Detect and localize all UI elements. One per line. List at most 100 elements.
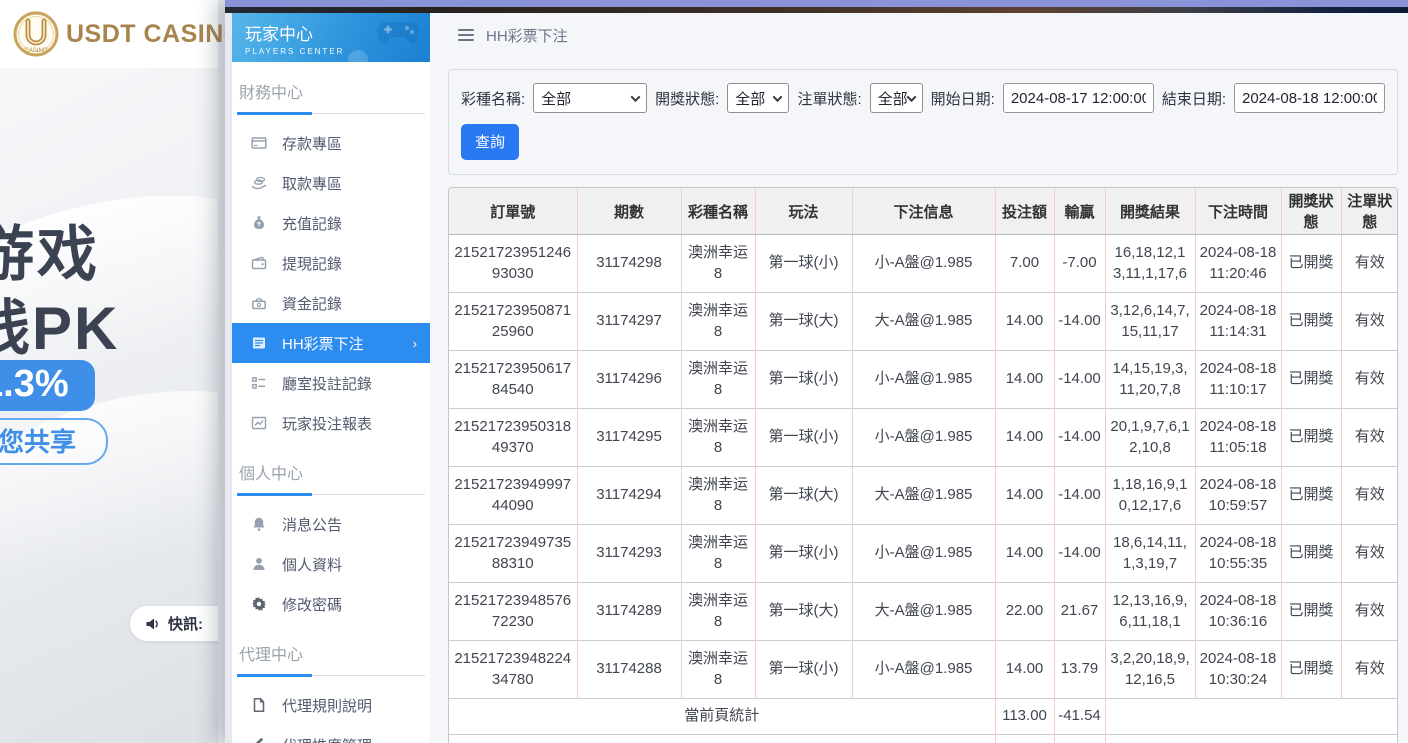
promo-banner: 游戏 线PK 1.3% 邀您共享 快訊: xyxy=(0,68,218,743)
cell-win-loss: -14.00 xyxy=(1054,351,1105,409)
cell-bet-amount: 7.00 xyxy=(995,235,1054,293)
ticker-label: 快訊: xyxy=(168,613,203,634)
cell-period: 31174289 xyxy=(577,583,681,641)
cell-order-no: 2152172394857672230 xyxy=(449,583,577,641)
cell-draw-result: 14,15,19,3,11,20,7,8 xyxy=(1105,351,1195,409)
column-header-win-loss: 輸贏 xyxy=(1054,188,1105,235)
section-label: 財務中心 xyxy=(237,79,425,103)
summary-empty-cell xyxy=(1105,699,1398,735)
site-logo[interactable]: CASINO USDT CASINO xyxy=(0,0,218,68)
sidebar-item-HH彩票下注[interactable]: HH彩票下注 › xyxy=(232,323,430,363)
cell-draw-status: 已開獎 xyxy=(1281,235,1341,293)
sidebar-item-取款專區[interactable]: 取款專區 xyxy=(232,163,430,203)
cell-bet-time: 2024-08-18 10:36:16 xyxy=(1195,583,1281,641)
room-record-icon xyxy=(250,375,267,392)
sidebar-item-label: 修改密碼 xyxy=(282,594,342,615)
cell-win-loss: -7.00 xyxy=(1054,235,1105,293)
cell-draw-status: 已開獎 xyxy=(1281,409,1341,467)
promo-text-line2: 线PK xyxy=(0,280,119,367)
sidebar-item-修改密碼[interactable]: 修改密碼 xyxy=(232,584,430,624)
cell-draw-status: 已開獎 xyxy=(1281,525,1341,583)
chevron-right-icon: › xyxy=(413,336,417,351)
cell-order-no: 2152172395087125960 xyxy=(449,293,577,351)
section-underline xyxy=(237,493,425,495)
cell-order-status: 有效 xyxy=(1341,641,1398,699)
sidebar-item-提現記錄[interactable]: 提現記錄 xyxy=(232,243,430,283)
gamepad-icon xyxy=(376,20,420,46)
sidebar-item-label: 代理推廣管理 xyxy=(282,735,372,743)
order-status-select[interactable]: 全部 xyxy=(870,83,923,113)
section-underline xyxy=(237,112,425,114)
sidebar-item-代理推廣管理[interactable]: 代理推廣管理 xyxy=(232,725,430,743)
hamburger-icon[interactable] xyxy=(458,29,474,41)
cell-lottery-name: 澳洲幸运8 xyxy=(681,641,755,699)
end-date-label: 結束日期: xyxy=(1162,88,1226,109)
cell-bet-info: 大-A盤@1.985 xyxy=(852,583,995,641)
lottery-name-select[interactable]: 全部 xyxy=(533,83,647,113)
start-date-input[interactable] xyxy=(1003,83,1154,113)
cell-play-type: 第一球(小) xyxy=(755,409,852,467)
draw-status-label: 開獎狀態: xyxy=(655,88,719,109)
main-content: HH彩票下注 彩種名稱: 全部 開獎狀態: 全部 注單狀態: xyxy=(430,13,1408,743)
table-header-row: 訂單號期數彩種名稱玩法下注信息投注額輸贏開獎結果下注時間開獎狀態注單狀態 xyxy=(449,188,1398,235)
summary-label: 總統計 xyxy=(449,735,995,743)
cell-bet-amount: 14.00 xyxy=(995,293,1054,351)
summary-bet-total: 113.00 xyxy=(995,735,1054,743)
cell-bet-amount: 14.00 xyxy=(995,467,1054,525)
sidebar-item-廳室投註記錄[interactable]: 廳室投註記錄 xyxy=(232,363,430,403)
news-ticker[interactable]: 快訊: xyxy=(130,606,218,641)
wallet-icon xyxy=(250,255,267,272)
cell-play-type: 第一球(大) xyxy=(755,467,852,525)
cell-order-status: 有效 xyxy=(1341,525,1398,583)
cell-bet-amount: 14.00 xyxy=(995,409,1054,467)
purse-icon xyxy=(250,295,267,312)
sidebar-item-代理規則說明[interactable]: 代理規則說明 xyxy=(232,685,430,725)
cell-period: 31174297 xyxy=(577,293,681,351)
sidebar-item-label: HH彩票下注 xyxy=(282,333,364,354)
cell-win-loss: -14.00 xyxy=(1054,525,1105,583)
document-icon xyxy=(250,697,267,714)
cell-bet-info: 小-A盤@1.985 xyxy=(852,351,995,409)
cell-period: 31174293 xyxy=(577,525,681,583)
sidebar: 玩家中心 PLAYERS CENTER 財務中心存款專區取款專區充值記錄提現記錄… xyxy=(232,13,430,743)
summary-win-total: -41.54 xyxy=(1054,735,1105,743)
filter-panel: 彩種名稱: 全部 開獎狀態: 全部 注單狀態: 全部 開始 xyxy=(448,69,1398,175)
sidebar-item-充值記錄[interactable]: 充值記錄 xyxy=(232,203,430,243)
sidebar-item-消息公告[interactable]: 消息公告 xyxy=(232,504,430,544)
cell-lottery-name: 澳洲幸运8 xyxy=(681,525,755,583)
sidebar-item-個人資料[interactable]: 個人資料 xyxy=(232,544,430,584)
summary-win-total: -41.54 xyxy=(1054,699,1105,735)
cell-draw-result: 20,1,9,7,6,12,10,8 xyxy=(1105,409,1195,467)
column-header-draw-status: 開獎狀態 xyxy=(1281,188,1341,235)
cell-bet-info: 大-A盤@1.985 xyxy=(852,467,995,525)
cell-bet-info: 小-A盤@1.985 xyxy=(852,641,995,699)
cell-bet-amount: 14.00 xyxy=(995,641,1054,699)
cell-win-loss: -14.00 xyxy=(1054,409,1105,467)
column-header-order-no: 訂單號 xyxy=(449,188,577,235)
cell-order-status: 有效 xyxy=(1341,293,1398,351)
cell-lottery-name: 澳洲幸运8 xyxy=(681,235,755,293)
cell-win-loss: 21.67 xyxy=(1054,583,1105,641)
start-date-label: 開始日期: xyxy=(931,88,995,109)
end-date-input[interactable] xyxy=(1234,83,1385,113)
column-header-bet-amount: 投注額 xyxy=(995,188,1054,235)
table-row: 215217239508712596031174297澳洲幸运8第一球(大)大-… xyxy=(449,293,1398,351)
search-button[interactable]: 查詢 xyxy=(461,124,519,160)
table-row: 215217239497358831031174293澳洲幸运8第一球(小)小-… xyxy=(449,525,1398,583)
sidebar-item-資金記錄[interactable]: 資金記錄 xyxy=(232,283,430,323)
sidebar-subtitle: PLAYERS CENTER xyxy=(245,47,420,56)
cell-draw-result: 3,12,6,14,7,15,11,17 xyxy=(1105,293,1195,351)
sidebar-item-存款專區[interactable]: 存款專區 xyxy=(232,123,430,163)
cell-order-no: 2152172395031849370 xyxy=(449,409,577,467)
cell-order-status: 有效 xyxy=(1341,583,1398,641)
draw-status-select[interactable]: 全部 xyxy=(727,83,789,113)
sidebar-item-玩家投注報表[interactable]: 玩家投注報表 xyxy=(232,403,430,443)
cell-bet-amount: 14.00 xyxy=(995,525,1054,583)
cell-order-no: 2152172395061784540 xyxy=(449,351,577,409)
cell-bet-amount: 14.00 xyxy=(995,351,1054,409)
table-row: 215217239503184937031174295澳洲幸运8第一球(小)小-… xyxy=(449,409,1398,467)
sidebar-item-label: 提現記錄 xyxy=(282,253,342,274)
sidebar-item-label: 存款專區 xyxy=(282,133,342,154)
cell-play-type: 第一球(大) xyxy=(755,293,852,351)
cell-order-status: 有效 xyxy=(1341,235,1398,293)
